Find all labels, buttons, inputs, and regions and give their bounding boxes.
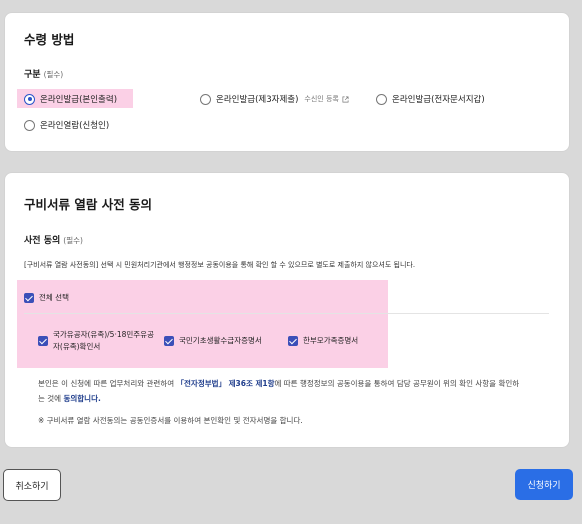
radio-circle <box>376 93 387 105</box>
recipient-register-link[interactable]: 수신인 등록 <box>304 94 338 104</box>
prior-consent-label-text: 사전 동의 <box>24 236 61 246</box>
document-consent-card: 구비서류 열람 사전 동의 사전 동의 (필수) [구비서류 열람 사전동의] 선… <box>4 172 570 448</box>
divider <box>24 313 549 314</box>
radio-online-third-party[interactable]: 온라인발급(제3자제출) 수신인 등록 <box>200 90 349 108</box>
prior-consent-label: 사전 동의 (필수) <box>24 233 83 246</box>
checkbox-checked-icon <box>288 335 298 346</box>
radio-online-view[interactable]: 온라인열람(신청인) <box>24 116 109 134</box>
radio-label: 온라인발급(제3자제출) <box>216 95 299 105</box>
checkbox-veteran-certificate[interactable]: 국가유공자(유족)/5·18민주유공자(유족)확인서 <box>38 329 154 353</box>
receipt-method-title: 수령 방법 <box>24 32 75 47</box>
category-label-text: 구분 <box>24 70 41 80</box>
notice-law-reference: 「전자정부법」 제36조 제1항 <box>176 379 275 388</box>
radio-circle <box>200 93 211 105</box>
checkbox-label-line2: 자(유족)확인서 <box>53 342 101 351</box>
checkbox-checked-icon <box>24 292 34 303</box>
checkbox-label: 한부모가족증명서 <box>303 336 359 345</box>
checkbox-label: 전체 선택 <box>39 293 69 302</box>
radio-circle-checked <box>24 93 35 105</box>
radio-label: 온라인발급(본인출력) <box>40 95 118 105</box>
required-mark: (필수) <box>43 70 64 79</box>
checkbox-checked-icon <box>38 336 48 346</box>
checkbox-select-all[interactable]: 전체 선택 <box>24 292 69 303</box>
notice-text: 본인은 이 신청에 따른 업무처리와 관련하여 <box>38 379 177 388</box>
checkbox-basic-livelihood-certificate[interactable]: 국민기초생활수급자증명서 <box>164 335 262 346</box>
consent-title: 구비서류 열람 사전 동의 <box>24 197 153 212</box>
radio-label: 온라인발급(전자문서지갑) <box>392 95 485 105</box>
consent-description: [구비서류 열람 사전동의] 선택 시 민원처리기관에서 행정정보 공동이용을 … <box>24 261 416 269</box>
consent-notice: 본인은 이 신청에 따른 업무처리와 관련하여 「전자정부법」 제36조 제1항… <box>38 376 558 406</box>
notice-text: 는 것에 <box>38 394 64 403</box>
radio-label: 온라인열람(신청인) <box>40 121 110 131</box>
apply-button[interactable]: 신청하기 <box>515 469 573 500</box>
notice-agree: 동의합니다. <box>63 394 101 403</box>
cancel-button[interactable]: 취소하기 <box>3 469 61 501</box>
consent-footnote: ※ 구비서류 열람 사전동의는 공동인증서를 이용하여 본인확인 및 전자서명을… <box>38 416 303 425</box>
highlight-consent-checks <box>17 280 388 368</box>
required-mark: (필수) <box>63 236 83 245</box>
radio-online-e-wallet[interactable]: 온라인발급(전자문서지갑) <box>376 90 485 108</box>
category-label: 구분 (필수) <box>24 67 63 80</box>
radio-online-self-print[interactable]: 온라인발급(본인출력) <box>24 90 117 108</box>
checkbox-label: 국가유공자(유족)/5·18민주유공자(유족)확인서 <box>53 329 154 353</box>
checkbox-label-line1: 국가유공자(유족)/5·18민주유공 <box>53 330 154 339</box>
checkbox-label: 국민기초생활수급자증명서 <box>179 336 262 345</box>
receipt-method-card: 수령 방법 구분 (필수) 온라인발급(본인출력) 온라인발급(제3자제출) 수신… <box>4 12 570 152</box>
checkbox-checked-icon <box>164 335 174 346</box>
external-link-icon <box>342 96 349 102</box>
notice-text: 에 따른 행정정보의 공동이용을 통하여 담당 공무원이 위의 확인 사항을 확… <box>274 379 520 388</box>
radio-circle <box>24 119 35 131</box>
checkbox-single-parent-certificate[interactable]: 한부모가족증명서 <box>288 335 358 346</box>
